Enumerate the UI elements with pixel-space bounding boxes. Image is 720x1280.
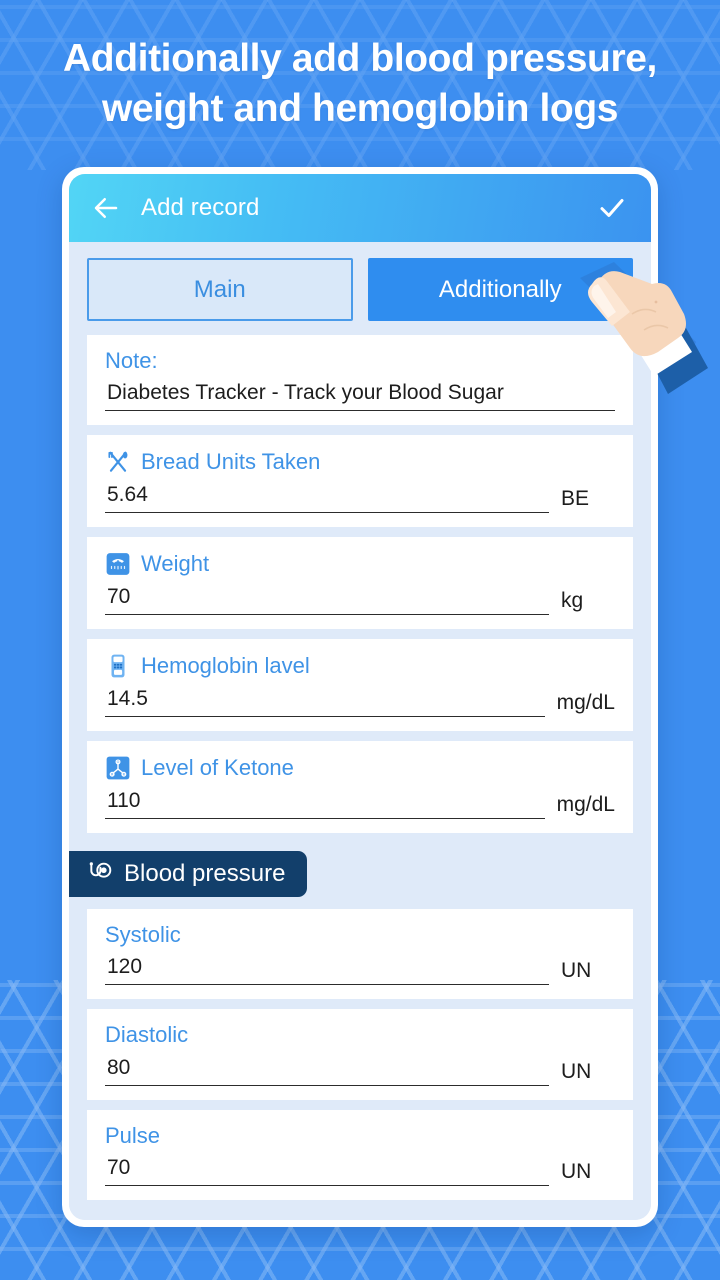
field-ketone-label: O R R Level of Ketone <box>105 755 615 781</box>
back-button[interactable] <box>89 191 123 225</box>
systolic-input[interactable]: 120 <box>105 953 549 986</box>
field-note-row: Diabetes Tracker - Track your Blood Suga… <box>105 379 615 412</box>
tab-additionally-label: Additionally <box>438 275 562 303</box>
arrow-left-icon <box>94 198 118 218</box>
field-weight-row: 70 kg <box>105 583 615 616</box>
save-record-button[interactable] <box>595 191 629 225</box>
field-pulse-label-text: Pulse <box>105 1122 161 1148</box>
field-ketone-row: 110 mg/dL <box>105 787 615 820</box>
bread-units-unit: BE <box>561 487 590 511</box>
field-note-label-text: Note: <box>105 348 158 373</box>
field-hemoglobin-label-text: Hemoglobin lavel <box>141 653 310 679</box>
headline-line-2: weight and hemoglobin logs <box>101 86 619 130</box>
field-diastolic-row: 80 UN <box>105 1054 615 1086</box>
field-diastolic-label: Diastolic <box>105 1023 615 1047</box>
blood-pressure-badge-label: Blood pressure <box>124 860 286 888</box>
field-systolic-row: 120 UN <box>105 953 615 986</box>
field-hemoglobin-row: 14.5 mg/dL <box>105 685 615 718</box>
tab-main[interactable]: Main <box>87 258 353 321</box>
page-title: Additionally add blood pressure, weight … <box>0 34 720 134</box>
app-bar: Add record <box>69 174 651 242</box>
note-input[interactable]: Diabetes Tracker - Track your Blood Suga… <box>105 379 615 412</box>
field-bread-units-label-text: Bread Units Taken <box>141 449 321 475</box>
phone-mockup: Add record Main Additionally Note: Diabe… <box>62 167 658 1227</box>
field-pulse: Pulse 70 UN <box>87 1109 633 1200</box>
field-systolic: Systolic 120 UN <box>87 909 633 1000</box>
ketone-input[interactable]: 110 <box>105 787 545 820</box>
field-weight-label-text: Weight <box>141 551 210 577</box>
molecule-icon: O R R <box>106 756 130 780</box>
diastolic-input[interactable]: 80 <box>105 1054 549 1086</box>
field-weight-label: Weight <box>105 551 615 577</box>
field-bread-units: Bread Units Taken 5.64 BE <box>87 435 633 528</box>
diastolic-unit: UN <box>561 1059 592 1083</box>
blood-pressure-monitor-icon <box>89 862 112 878</box>
field-note-label: Note: <box>105 348 615 373</box>
blood-pressure-badge: Blood pressure <box>69 851 308 898</box>
pulse-unit: UN <box>561 1159 592 1183</box>
field-weight: Weight 70 kg <box>87 537 633 630</box>
app-bar-title: Add record <box>141 194 260 221</box>
field-ketone-label-text: Level of Ketone <box>141 755 294 781</box>
systolic-unit: UN <box>561 959 592 983</box>
weight-unit: kg <box>561 589 584 613</box>
ketone-unit: mg/dL <box>556 793 615 817</box>
field-pulse-row: 70 UN <box>105 1154 615 1186</box>
field-hemoglobin-label: Hemoglobin lavel <box>105 653 615 679</box>
form-content: Note: Diabetes Tracker - Track your Bloo… <box>69 335 651 1220</box>
field-systolic-label: Systolic <box>105 922 615 948</box>
check-icon <box>600 199 624 217</box>
field-bread-units-row: 5.64 BE <box>105 481 615 514</box>
field-ketone: O R R Level of Ketone 110 mg/dL <box>87 741 633 834</box>
hemoglobin-input[interactable]: 14.5 <box>105 685 545 718</box>
weight-input[interactable]: 70 <box>105 583 549 616</box>
app-screen: Add record Main Additionally Note: Diabe… <box>69 174 651 1220</box>
hemoglobin-unit: mg/dL <box>556 691 615 715</box>
field-hemoglobin: Hemoglobin lavel 14.5 mg/dL <box>87 639 633 732</box>
field-diastolic-label-text: Diastolic <box>105 1022 189 1048</box>
svg-text:O: O <box>117 760 120 764</box>
field-note: Note: Diabetes Tracker - Track your Bloo… <box>87 335 633 426</box>
bread-units-input[interactable]: 5.64 <box>105 481 549 514</box>
headline-line-1: Additionally add blood pressure, <box>63 37 657 80</box>
blood-pressure-section-header: Blood pressure <box>69 851 633 898</box>
fork-knife-icon <box>108 451 128 472</box>
pulse-input[interactable]: 70 <box>105 1154 549 1186</box>
tab-bar: Main Additionally <box>69 242 651 335</box>
field-pulse-label: Pulse <box>105 1122 615 1148</box>
field-diastolic: Diastolic 80 UN <box>87 1009 633 1100</box>
field-systolic-label-text: Systolic <box>105 922 181 948</box>
glucometer-icon <box>111 654 125 678</box>
scale-icon <box>106 553 130 576</box>
tab-additionally[interactable]: Additionally <box>367 258 633 321</box>
tab-main-label: Main <box>193 275 246 303</box>
field-bread-units-label: Bread Units Taken <box>105 449 615 475</box>
